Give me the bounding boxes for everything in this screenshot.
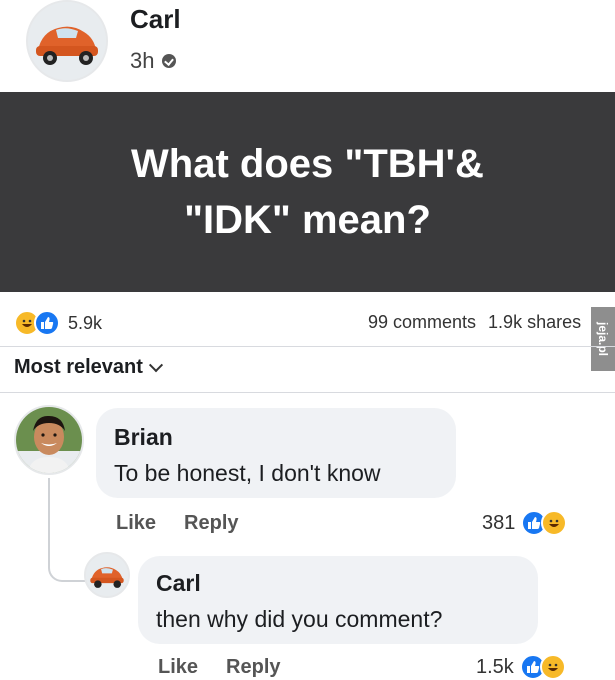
- post-timestamp[interactable]: 3h: [130, 48, 177, 74]
- post-engagement-counts: 99 comments 1.9k shares: [368, 312, 581, 333]
- post-author-avatar[interactable]: [26, 0, 108, 82]
- like-button[interactable]: Like: [116, 512, 156, 535]
- reply-author-name[interactable]: Carl: [156, 570, 201, 597]
- comment-author-avatar[interactable]: [14, 405, 84, 475]
- comment-text: To be honest, I don't know: [114, 460, 381, 486]
- reply-reaction-count: 1.5k: [476, 655, 514, 678]
- watermark-text: jeja.pl: [596, 321, 611, 357]
- comment-sort-dropdown[interactable]: Most relevant: [14, 356, 164, 379]
- car-avatar-image: [28, 2, 106, 80]
- comment-reaction-icons: [521, 510, 568, 536]
- comment-actions: Like Reply: [116, 512, 239, 535]
- post-reaction-count: 5.9k: [68, 312, 103, 333]
- reply-author-avatar[interactable]: [84, 552, 130, 598]
- post-author-name[interactable]: Carl: [130, 4, 181, 35]
- person-avatar-image: [16, 407, 82, 473]
- reply-text: then why did you comment?: [156, 606, 443, 632]
- reply-reaction-icons: [519, 654, 566, 680]
- comment-author-name[interactable]: Brian: [114, 424, 173, 451]
- reaction-icons: [14, 310, 60, 336]
- car-avatar-image: [86, 554, 128, 596]
- post-shares-count[interactable]: 1.9k shares: [488, 312, 581, 333]
- reply-button[interactable]: Reply: [184, 512, 238, 535]
- like-button[interactable]: Like: [158, 656, 198, 679]
- comment-reaction-summary[interactable]: 381: [482, 510, 568, 536]
- sort-divider: [0, 392, 615, 393]
- reply-button[interactable]: Reply: [226, 656, 280, 679]
- post-reactions-summary[interactable]: 5.9k: [14, 310, 102, 336]
- comment-reaction-count: 381: [482, 511, 516, 534]
- stats-divider: [0, 346, 615, 347]
- haha-icon: [541, 510, 568, 536]
- post-text-banner: What does "TBH'& "IDK" mean?: [0, 92, 615, 292]
- reply-actions: Like Reply: [158, 656, 281, 679]
- audience-icon: [162, 54, 177, 68]
- comment-bubble: Brian To be honest, I don't know: [96, 408, 456, 498]
- haha-icon: [539, 654, 566, 680]
- like-icon: [34, 310, 60, 336]
- chevron-down-icon: [148, 357, 164, 372]
- comment-sort-label: Most relevant: [14, 356, 143, 378]
- post-comments-count[interactable]: 99 comments: [368, 312, 476, 333]
- watermark-badge: jeja.pl: [591, 307, 615, 371]
- post-banner-text: What does "TBH'& "IDK" mean?: [131, 142, 484, 242]
- reply-thread-connector: [48, 478, 86, 582]
- reply-bubble: Carl then why did you comment?: [138, 556, 538, 644]
- reply-reaction-summary[interactable]: 1.5k: [476, 654, 566, 680]
- post-time-text: 3h: [130, 48, 155, 73]
